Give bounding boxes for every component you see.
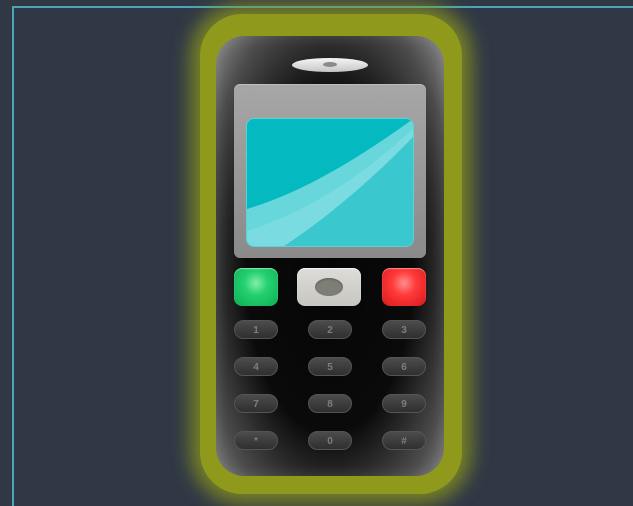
mobile-phone: 1 2 3 4 5 6 7 8 9 * 0 # <box>216 36 444 476</box>
key-9[interactable]: 9 <box>382 394 426 413</box>
key-1[interactable]: 1 <box>234 320 278 339</box>
call-controls <box>234 268 426 306</box>
canvas: 1 2 3 4 5 6 7 8 9 * 0 # <box>0 0 633 506</box>
phone-screen <box>246 118 414 247</box>
screen-shine <box>247 119 413 246</box>
navigation-key[interactable] <box>297 268 361 306</box>
key-0[interactable]: 0 <box>308 431 352 450</box>
key-8[interactable]: 8 <box>308 394 352 413</box>
navigation-key-center[interactable] <box>315 278 343 296</box>
frame-left-border <box>12 6 14 506</box>
key-3[interactable]: 3 <box>382 320 426 339</box>
key-5[interactable]: 5 <box>308 357 352 376</box>
key-7[interactable]: 7 <box>234 394 278 413</box>
key-star[interactable]: * <box>234 431 278 450</box>
end-button[interactable] <box>382 268 426 306</box>
keypad: 1 2 3 4 5 6 7 8 9 * 0 # <box>234 320 426 450</box>
speaker-icon <box>292 58 368 72</box>
key-4[interactable]: 4 <box>234 357 278 376</box>
frame-top-border <box>12 6 633 8</box>
key-hash[interactable]: # <box>382 431 426 450</box>
key-2[interactable]: 2 <box>308 320 352 339</box>
call-button[interactable] <box>234 268 278 306</box>
display-panel <box>234 84 426 258</box>
key-6[interactable]: 6 <box>382 357 426 376</box>
